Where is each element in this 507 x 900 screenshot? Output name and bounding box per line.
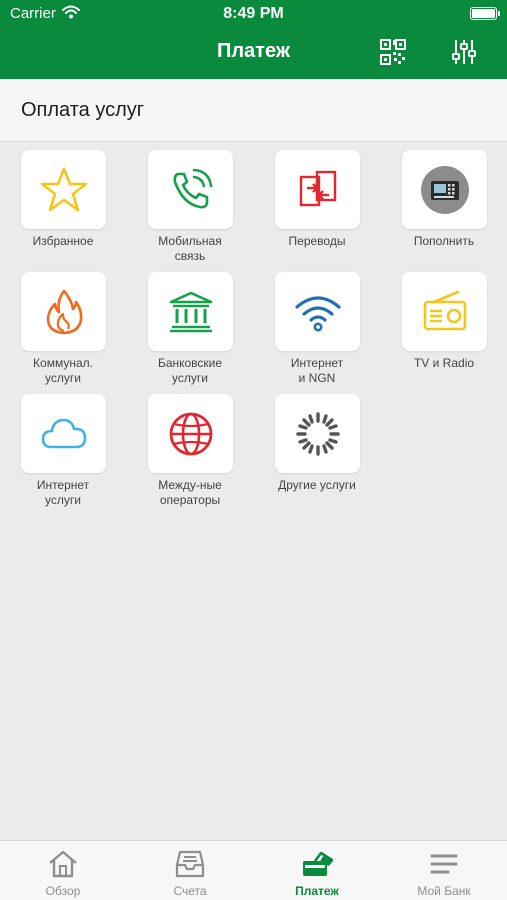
tile-label: Коммунал. услуги: [33, 356, 93, 385]
cloud-icon: [41, 418, 86, 448]
tile-favorites[interactable]: Избранное: [1, 142, 125, 262]
tile-transfers[interactable]: Переводы: [255, 142, 379, 262]
tile-label: Банковские услуги: [157, 356, 223, 385]
tile-utilities[interactable]: Коммунал. услуги: [1, 264, 125, 385]
tile-international-operators[interactable]: Междy-ные операторы: [128, 386, 252, 507]
tile-mobile[interactable]: Мобильная связь: [128, 142, 252, 263]
filter-settings-button[interactable]: [451, 38, 477, 66]
section-title: Оплата услуг: [21, 99, 145, 121]
tile-card: [21, 394, 106, 473]
status-time: 8:49 PM: [223, 5, 284, 22]
tile-label: TV и Radio: [413, 356, 475, 370]
tile-card: [402, 150, 487, 229]
tab-payment[interactable]: Платеж: [254, 841, 380, 900]
tab-label: Мой Банк: [417, 884, 471, 898]
tile-card: [148, 272, 233, 351]
tile-card: [21, 150, 106, 229]
tab-label: Обзор: [45, 884, 81, 898]
tab-label: Платеж: [295, 884, 339, 898]
tab-overview[interactable]: Обзор: [0, 841, 126, 900]
menu-icon: [430, 854, 458, 874]
tab-bar: Обзор Счета Платеж Мой Банк: [0, 840, 507, 900]
tab-label: Счета: [173, 884, 207, 898]
tile-banking[interactable]: Банковские услуги: [128, 264, 252, 385]
phone-call-icon: [173, 168, 212, 208]
tile-card: [275, 394, 360, 473]
transfer-icon: [299, 170, 336, 206]
globe-icon: [169, 412, 212, 455]
tab-accounts[interactable]: Счета: [127, 841, 253, 900]
tile-label: Переводы: [288, 234, 346, 248]
battery-icon: [470, 7, 500, 20]
tile-card: [148, 150, 233, 229]
tile-label: Пополнить: [413, 234, 475, 248]
section-header: Оплата услуг: [0, 79, 507, 142]
tile-topup[interactable]: Пополнить: [382, 142, 506, 262]
qr-code-icon: [380, 39, 406, 65]
tile-label: Междy-ные операторы: [158, 478, 222, 507]
tile-label: Другие услуги: [278, 478, 356, 492]
page-title: Платеж: [216, 40, 291, 62]
tile-internet-ngn[interactable]: Интернет и NGN: [255, 264, 379, 385]
tile-label: Мобильная связь: [158, 234, 222, 263]
spinner-icon: [295, 411, 340, 456]
tile-label: Избранное: [32, 234, 94, 248]
radio-icon: [423, 290, 466, 330]
status-bar: Carrier 8:49 PM: [0, 0, 507, 28]
tile-card: [21, 272, 106, 351]
home-icon: [49, 850, 77, 878]
sliders-icon: [452, 40, 476, 64]
inbox-icon: [175, 850, 205, 878]
fire-icon: [46, 289, 82, 334]
terminal-icon: [420, 165, 469, 214]
wifi-icon: [294, 295, 341, 331]
tile-card: [148, 394, 233, 473]
tile-tv-radio[interactable]: TV и Radio: [382, 264, 506, 384]
tile-label: Интернет и NGN: [290, 356, 344, 385]
tab-my-bank[interactable]: Мой Банк: [381, 841, 507, 900]
tile-card: [275, 150, 360, 229]
qr-code-button[interactable]: [380, 39, 406, 65]
tile-other-services[interactable]: Другие услуги: [255, 386, 379, 506]
tile-internet-services[interactable]: Интернет услуги: [1, 386, 125, 507]
bank-icon: [169, 291, 212, 332]
star-icon: [40, 167, 87, 211]
app-header: Carrier 8:49 PM Платеж: [0, 0, 507, 79]
tile-card: [275, 272, 360, 351]
payment-icon: [303, 851, 333, 876]
tile-card: [402, 272, 487, 351]
tile-label: Интернет услуги: [36, 478, 90, 507]
